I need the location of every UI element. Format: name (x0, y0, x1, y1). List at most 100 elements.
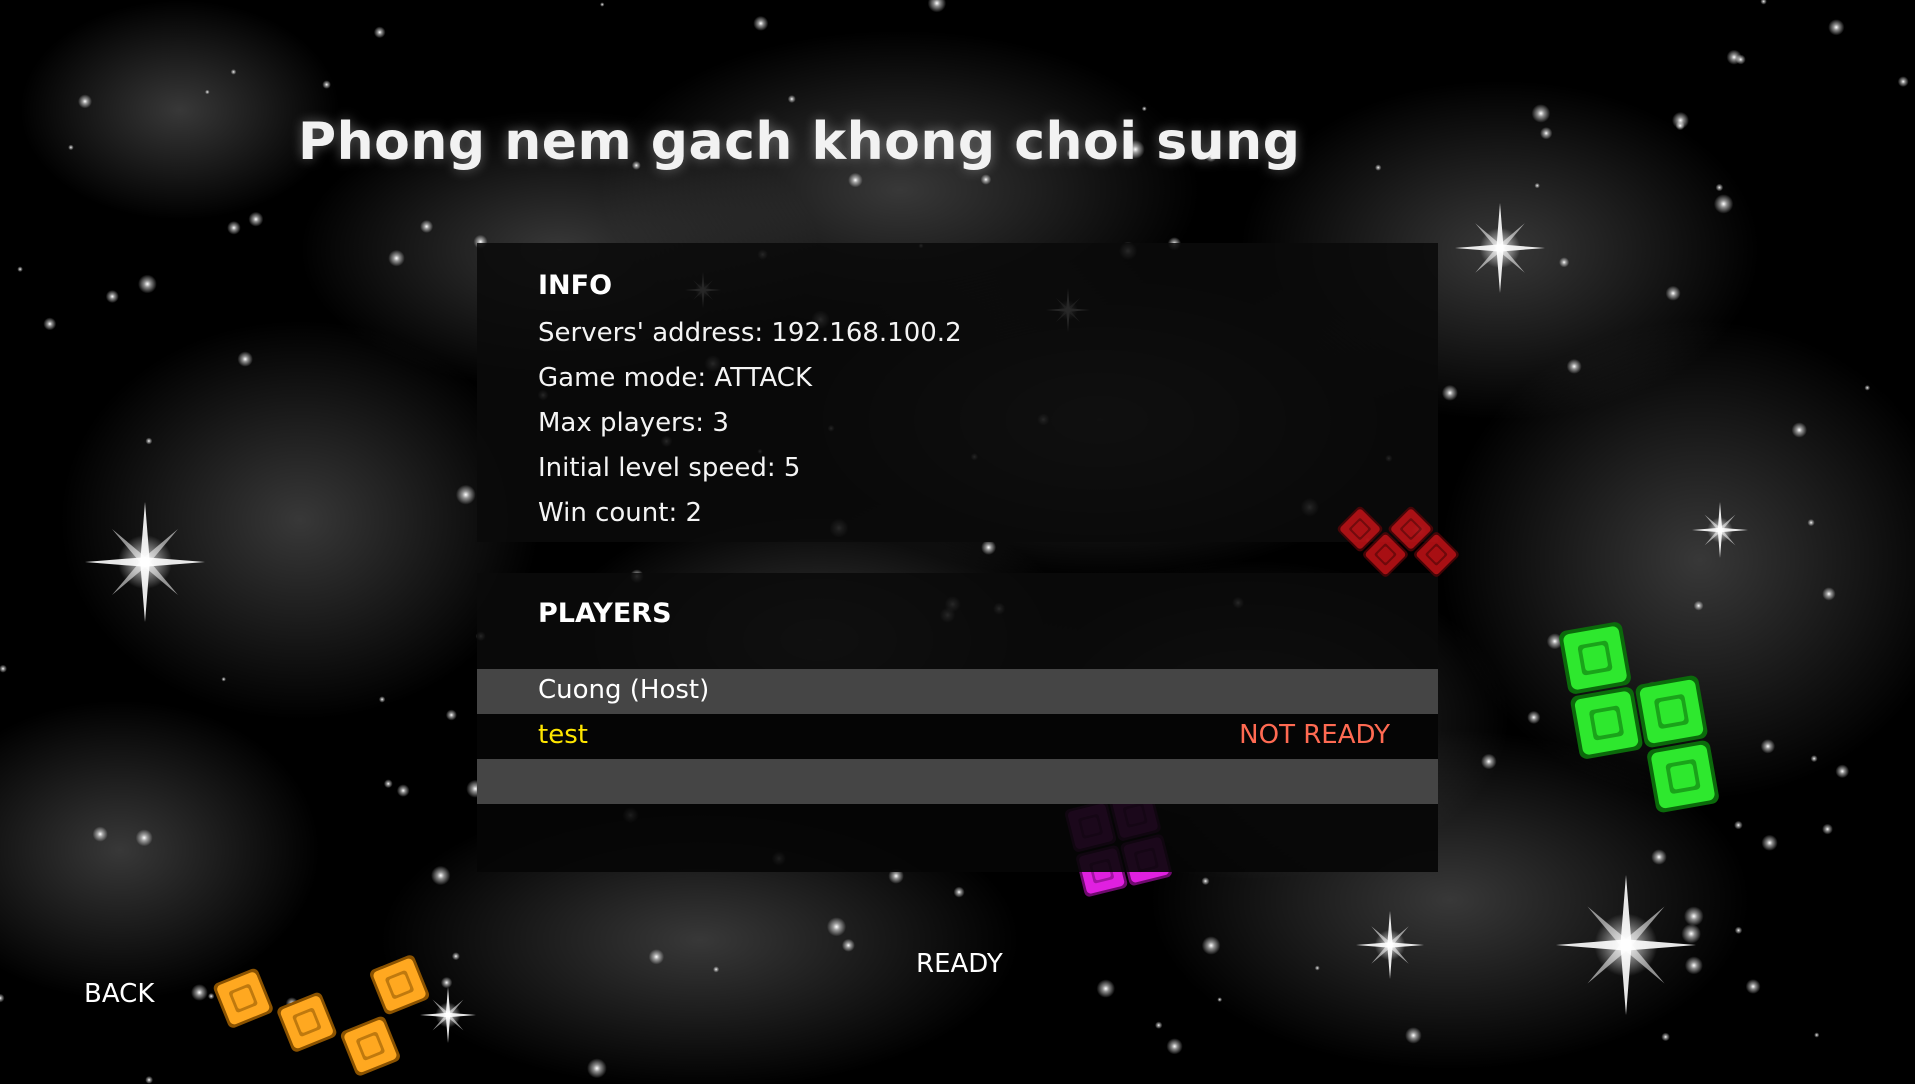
star (227, 221, 241, 235)
star (43, 317, 57, 331)
star (420, 220, 434, 233)
star (1559, 257, 1570, 268)
max-players: Max players: 3 (538, 408, 729, 438)
star (1540, 127, 1553, 140)
star (378, 696, 386, 703)
star (1684, 956, 1703, 975)
star (1761, 834, 1778, 851)
star (1566, 358, 1582, 374)
player-name: test (538, 720, 588, 750)
nebula-cloud (60, 320, 540, 720)
star (1897, 76, 1909, 87)
star (191, 984, 208, 1001)
star (1822, 587, 1836, 601)
star (648, 949, 665, 965)
star (1405, 1027, 1422, 1044)
star (1441, 384, 1458, 401)
player-row: test NOT READY (477, 714, 1438, 759)
star (383, 779, 393, 789)
star (981, 539, 997, 555)
star (230, 69, 237, 75)
star (285, 997, 298, 1010)
star (1661, 1032, 1670, 1042)
star (1822, 823, 1833, 835)
star (1734, 820, 1743, 830)
star (17, 266, 23, 273)
star (848, 172, 863, 188)
star (1726, 49, 1742, 65)
star (787, 95, 796, 103)
player-list-footer (477, 804, 1438, 872)
star (1375, 164, 1382, 171)
star (78, 94, 92, 109)
star (841, 938, 855, 952)
star (1835, 764, 1850, 779)
star (455, 484, 476, 505)
star (445, 709, 457, 721)
star (1684, 906, 1704, 926)
star (826, 917, 847, 937)
star (322, 80, 331, 89)
star (1713, 194, 1734, 214)
star (1096, 979, 1116, 998)
star (396, 784, 410, 797)
star (221, 676, 226, 682)
star (1645, 681, 1660, 696)
players-heading: PLAYERS (538, 598, 672, 629)
star (92, 826, 108, 842)
player-list: Cuong (Host) test NOT READY (477, 669, 1438, 872)
server-address: Servers' address: 192.168.100.2 (538, 318, 962, 348)
player-row: Cuong (Host) (477, 669, 1438, 714)
win-count: Win count: 2 (538, 498, 703, 528)
players-panel: PLAYERS (477, 573, 1438, 669)
nebula-cloud (20, 0, 340, 220)
star (431, 865, 451, 886)
star (1534, 182, 1540, 189)
info-panel: INFO Servers' address: 192.168.100.2 Gam… (477, 243, 1438, 542)
star (138, 274, 157, 294)
star (1807, 519, 1815, 527)
star (205, 89, 210, 95)
star (1715, 183, 1724, 192)
star (753, 15, 769, 31)
room-title: Phong nem gach khong choi sung (298, 112, 1301, 172)
star (1201, 877, 1210, 886)
star (105, 290, 119, 303)
star (1665, 285, 1681, 301)
star (1828, 19, 1845, 36)
player-row-empty (477, 759, 1438, 804)
star (1201, 936, 1221, 955)
star (145, 1076, 154, 1084)
star (135, 829, 153, 847)
star (237, 351, 253, 367)
star (1814, 1032, 1820, 1038)
star (1675, 121, 1685, 131)
star (1531, 104, 1551, 123)
star (208, 993, 215, 1000)
star (1791, 422, 1808, 438)
star (1681, 923, 1701, 944)
player-name: Cuong (Host) (538, 675, 710, 705)
star (713, 966, 720, 973)
ready-button[interactable]: READY (916, 949, 1003, 979)
star (1546, 633, 1563, 650)
star (1693, 600, 1704, 611)
star (1166, 1038, 1183, 1055)
star (1651, 849, 1667, 865)
star (953, 886, 965, 898)
star (1481, 753, 1497, 770)
star (1527, 710, 1541, 725)
star (373, 26, 386, 39)
star (1810, 755, 1818, 763)
star (1314, 965, 1320, 971)
star (388, 249, 405, 267)
star (248, 211, 264, 227)
star (68, 144, 74, 151)
player-status: NOT READY (1239, 720, 1390, 750)
star (1155, 1021, 1163, 1029)
back-button[interactable]: BACK (84, 979, 154, 1009)
star (1217, 997, 1223, 1002)
info-heading: INFO (538, 270, 613, 301)
star (145, 437, 153, 445)
star (451, 952, 460, 961)
